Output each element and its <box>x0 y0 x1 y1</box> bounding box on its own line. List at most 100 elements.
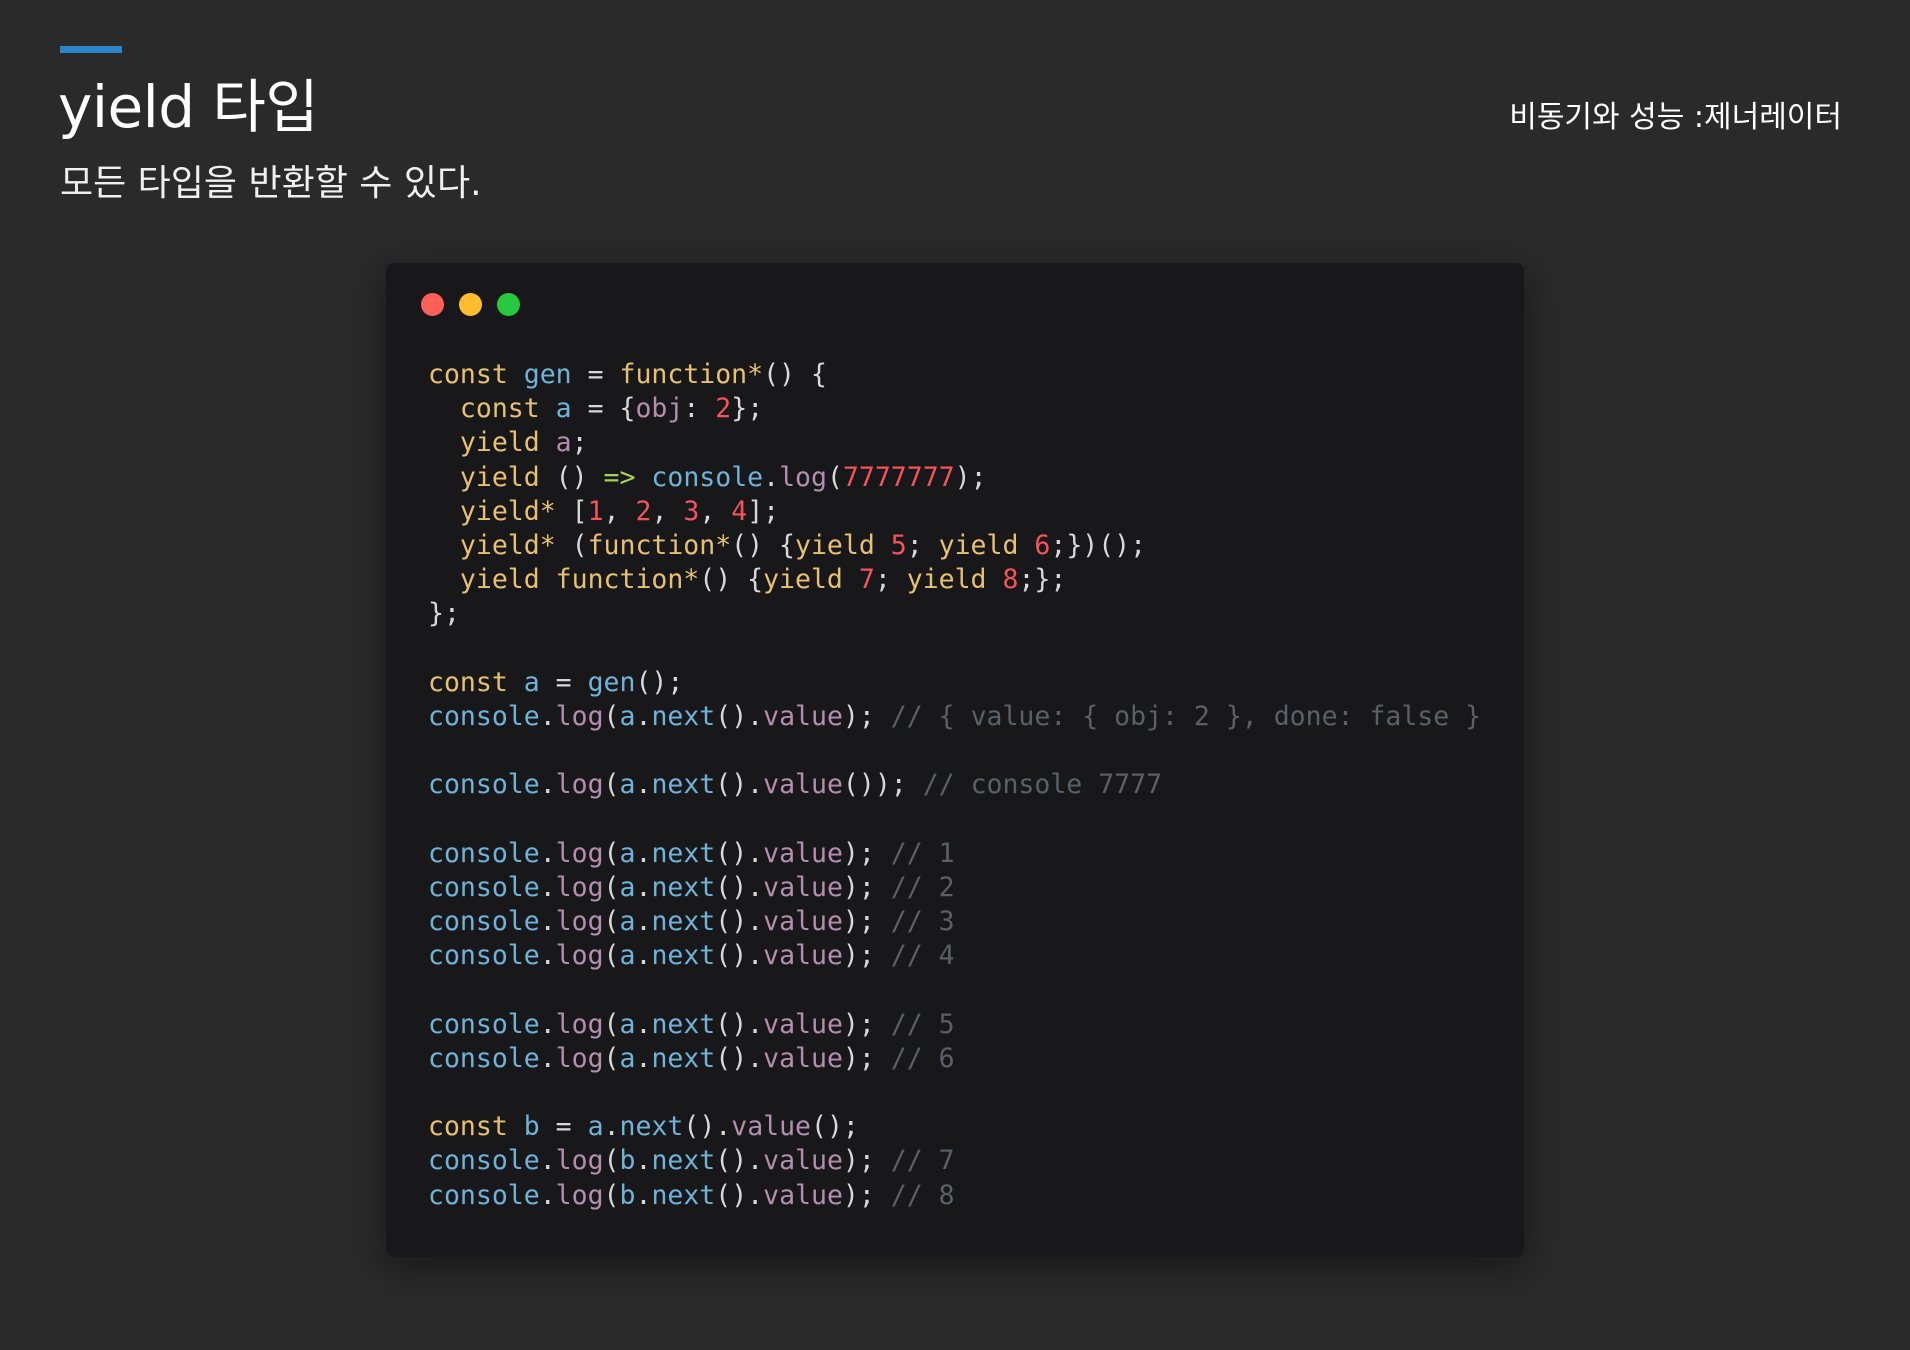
code-token: const <box>428 1111 508 1143</box>
code-token: 5 <box>890 529 907 561</box>
code-line: yield* (function*() {yield 5; yield 6;})… <box>428 529 1504 563</box>
code-line: const a = gen(); <box>428 666 1504 700</box>
code-token: ;})(); <box>1050 529 1147 561</box>
code-token: console <box>651 461 764 493</box>
code-token: const <box>428 666 508 698</box>
code-token: a <box>619 906 636 937</box>
code-token: (). <box>715 871 764 903</box>
code-token: ); <box>842 1008 891 1040</box>
code-token: ]; <box>747 495 780 527</box>
code-token: value <box>763 700 843 732</box>
code-line: yield function*() {yield 7; yield 8;}; <box>428 563 1504 597</box>
code-token: next <box>651 1008 716 1040</box>
code-token: . <box>539 1042 556 1074</box>
code-token: a <box>619 769 636 801</box>
code-token: log <box>555 769 604 801</box>
code-token: = <box>539 666 588 698</box>
code-token: log <box>555 700 604 732</box>
code-token: . <box>635 769 652 801</box>
code-line: console.log(b.next().value); // 8 <box>428 1179 1504 1213</box>
code-token: 7777777 <box>842 461 955 493</box>
code-token: ); <box>842 1145 891 1177</box>
code-token: . <box>539 1179 556 1211</box>
code-token: yield <box>906 564 987 596</box>
code-token: gen <box>523 359 572 390</box>
code-token: (). <box>715 837 764 869</box>
code-token: console <box>428 1042 540 1074</box>
code-token: (). <box>715 769 764 801</box>
code-token: 6 <box>1034 529 1051 561</box>
code-line: const a = {obj: 2}; <box>428 392 1504 426</box>
code-line: console.log(a.next().value); // 1 <box>428 837 1504 871</box>
code-token: log <box>555 1042 604 1074</box>
code-token: value <box>763 769 843 801</box>
code-token: log <box>555 940 604 972</box>
code-token: value <box>763 1145 843 1177</box>
code-token: . <box>539 940 556 972</box>
code-token: console <box>428 1145 540 1177</box>
code-line: console.log(a.next().value); // 2 <box>428 871 1504 905</box>
code-token: yield <box>459 564 540 596</box>
code-token: ( <box>603 700 620 732</box>
code-token: log <box>555 1008 604 1040</box>
code-token: function* <box>555 564 700 596</box>
code-token: . <box>635 837 652 869</box>
code-token: // { value: { obj: 2 }, done: false } <box>890 700 1482 732</box>
code-token: a <box>555 393 572 425</box>
code-line: }; <box>428 597 1504 631</box>
code-token: (). <box>715 940 764 972</box>
code-token: }; <box>731 393 764 425</box>
code-line: console.log(a.next().value); // 5 <box>428 1008 1504 1042</box>
code-token: ); <box>842 700 891 732</box>
code-token: . <box>635 940 652 972</box>
code-token: console <box>428 871 540 903</box>
code-token: ; <box>874 564 907 596</box>
code-token: // 8 <box>890 1179 955 1211</box>
code-token: ( <box>603 1042 620 1074</box>
code-token: ( <box>603 906 620 937</box>
code-token: next <box>651 1042 716 1074</box>
code-token: a <box>619 1008 636 1040</box>
code-token: ( <box>603 837 620 869</box>
code-token: = <box>571 359 620 390</box>
code-token: 1 <box>587 495 604 527</box>
code-token: console <box>428 769 540 801</box>
code-token: . <box>763 461 780 493</box>
code-token: ( <box>603 871 620 903</box>
code-token: log <box>555 1145 604 1177</box>
code-token: . <box>635 1145 652 1177</box>
code-token: (); <box>635 666 684 698</box>
code-token: yield* <box>459 529 556 561</box>
code-token: value <box>763 837 843 869</box>
code-token: ( <box>603 1008 620 1040</box>
code-token: ); <box>954 461 987 493</box>
code-token: function* <box>619 359 764 390</box>
code-token: value <box>763 1008 843 1040</box>
code-line: console.log(a.next().value()); // consol… <box>428 768 1504 802</box>
code-token: . <box>635 871 652 903</box>
code-token: a <box>619 1042 636 1074</box>
code-token: ); <box>842 940 891 972</box>
code-token: ( <box>603 769 620 801</box>
code-token: value <box>763 871 843 903</box>
code-token: next <box>651 769 716 801</box>
code-token: . <box>539 1145 556 1177</box>
code-token: a <box>619 940 636 972</box>
code-token: console <box>428 1008 540 1040</box>
code-token: (); <box>811 1111 859 1143</box>
code-token: => <box>603 461 636 493</box>
code-token: next <box>651 1145 716 1177</box>
code-token: (). <box>715 1179 764 1211</box>
code-token: next <box>619 1111 684 1143</box>
